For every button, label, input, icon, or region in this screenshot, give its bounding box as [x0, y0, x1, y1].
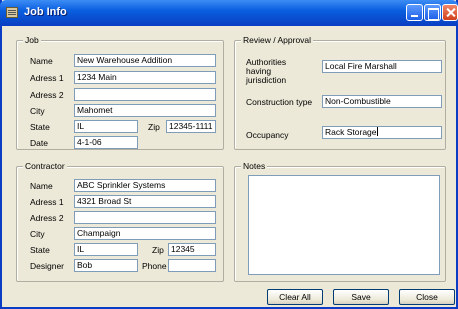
notes-textarea[interactable] — [248, 175, 440, 275]
job-name-label: Name — [30, 56, 53, 66]
job-zip-field[interactable]: 12345-1111 — [166, 120, 216, 133]
job-address1-field[interactable]: 1234 Main — [74, 71, 216, 84]
contractor-address1-field[interactable]: 4321 Broad St — [74, 195, 216, 208]
contractor-address2-label: Adress 2 — [30, 213, 64, 223]
job-state-field[interactable]: IL — [74, 120, 138, 133]
contractor-designer-label: Designer — [30, 261, 65, 271]
minimize-button[interactable] — [406, 4, 423, 21]
contractor-address1-label: Adress 1 — [30, 197, 64, 207]
contractor-address2-field[interactable] — [74, 211, 216, 224]
contractor-phone-field[interactable] — [168, 259, 216, 272]
job-city-label: City — [30, 106, 45, 116]
ahj-field[interactable]: Local Fire Marshall — [322, 60, 442, 73]
maximize-button[interactable] — [424, 4, 441, 21]
contractor-city-label: City — [30, 229, 45, 239]
contractor-name-label: Name — [30, 181, 53, 191]
contractor-zip-field[interactable]: 12345 — [168, 243, 216, 256]
occupancy-value: Rack Storage — [325, 127, 377, 137]
contractor-zip-label: Zip — [152, 245, 164, 255]
job-name-field[interactable]: New Warehouse Addition — [74, 54, 216, 67]
job-legend: Job — [23, 35, 41, 45]
clear-all-button[interactable]: Clear All — [267, 289, 323, 305]
job-city-field[interactable]: Mahomet — [74, 104, 216, 117]
occupancy-label: Occupancy — [246, 130, 289, 140]
notes-legend: Notes — [241, 161, 268, 171]
job-date-label: Date — [30, 138, 48, 148]
contractor-designer-field[interactable]: Bob — [74, 259, 138, 272]
title-bar[interactable]: Job Info — [0, 0, 458, 26]
construction-type-label: Construction type — [246, 97, 313, 107]
save-button[interactable]: Save — [333, 289, 389, 305]
contractor-state-label: State — [30, 245, 50, 255]
job-address2-field[interactable] — [74, 88, 216, 101]
close-button[interactable]: Close — [399, 289, 455, 305]
job-info-window: Job Info Job Name New Warehouse Addition… — [0, 0, 458, 309]
job-zip-label: Zip — [148, 122, 160, 132]
contractor-state-field[interactable]: IL — [74, 243, 138, 256]
contractor-city-field[interactable]: Champaign — [74, 227, 216, 240]
app-icon — [6, 7, 18, 18]
contractor-name-field[interactable]: ABC Sprinkler Systems — [74, 179, 216, 192]
job-address2-label: Adress 2 — [30, 90, 64, 100]
job-address1-label: Adress 1 — [30, 73, 64, 83]
contractor-legend: Contractor — [23, 161, 67, 171]
occupancy-field[interactable]: Rack Storage — [322, 126, 442, 139]
text-cursor — [376, 127, 378, 136]
job-date-field[interactable]: 4-1-06 — [74, 136, 138, 149]
job-state-label: State — [30, 122, 50, 132]
construction-type-field[interactable]: Non-Combustible — [322, 95, 442, 108]
contractor-phone-label: Phone — [142, 261, 167, 271]
close-window-button[interactable] — [442, 4, 458, 21]
ahj-label-line3: jurisdiction — [246, 75, 287, 85]
review-approval-legend: Review / Approval — [241, 35, 314, 45]
window-title: Job Info — [24, 6, 67, 18]
